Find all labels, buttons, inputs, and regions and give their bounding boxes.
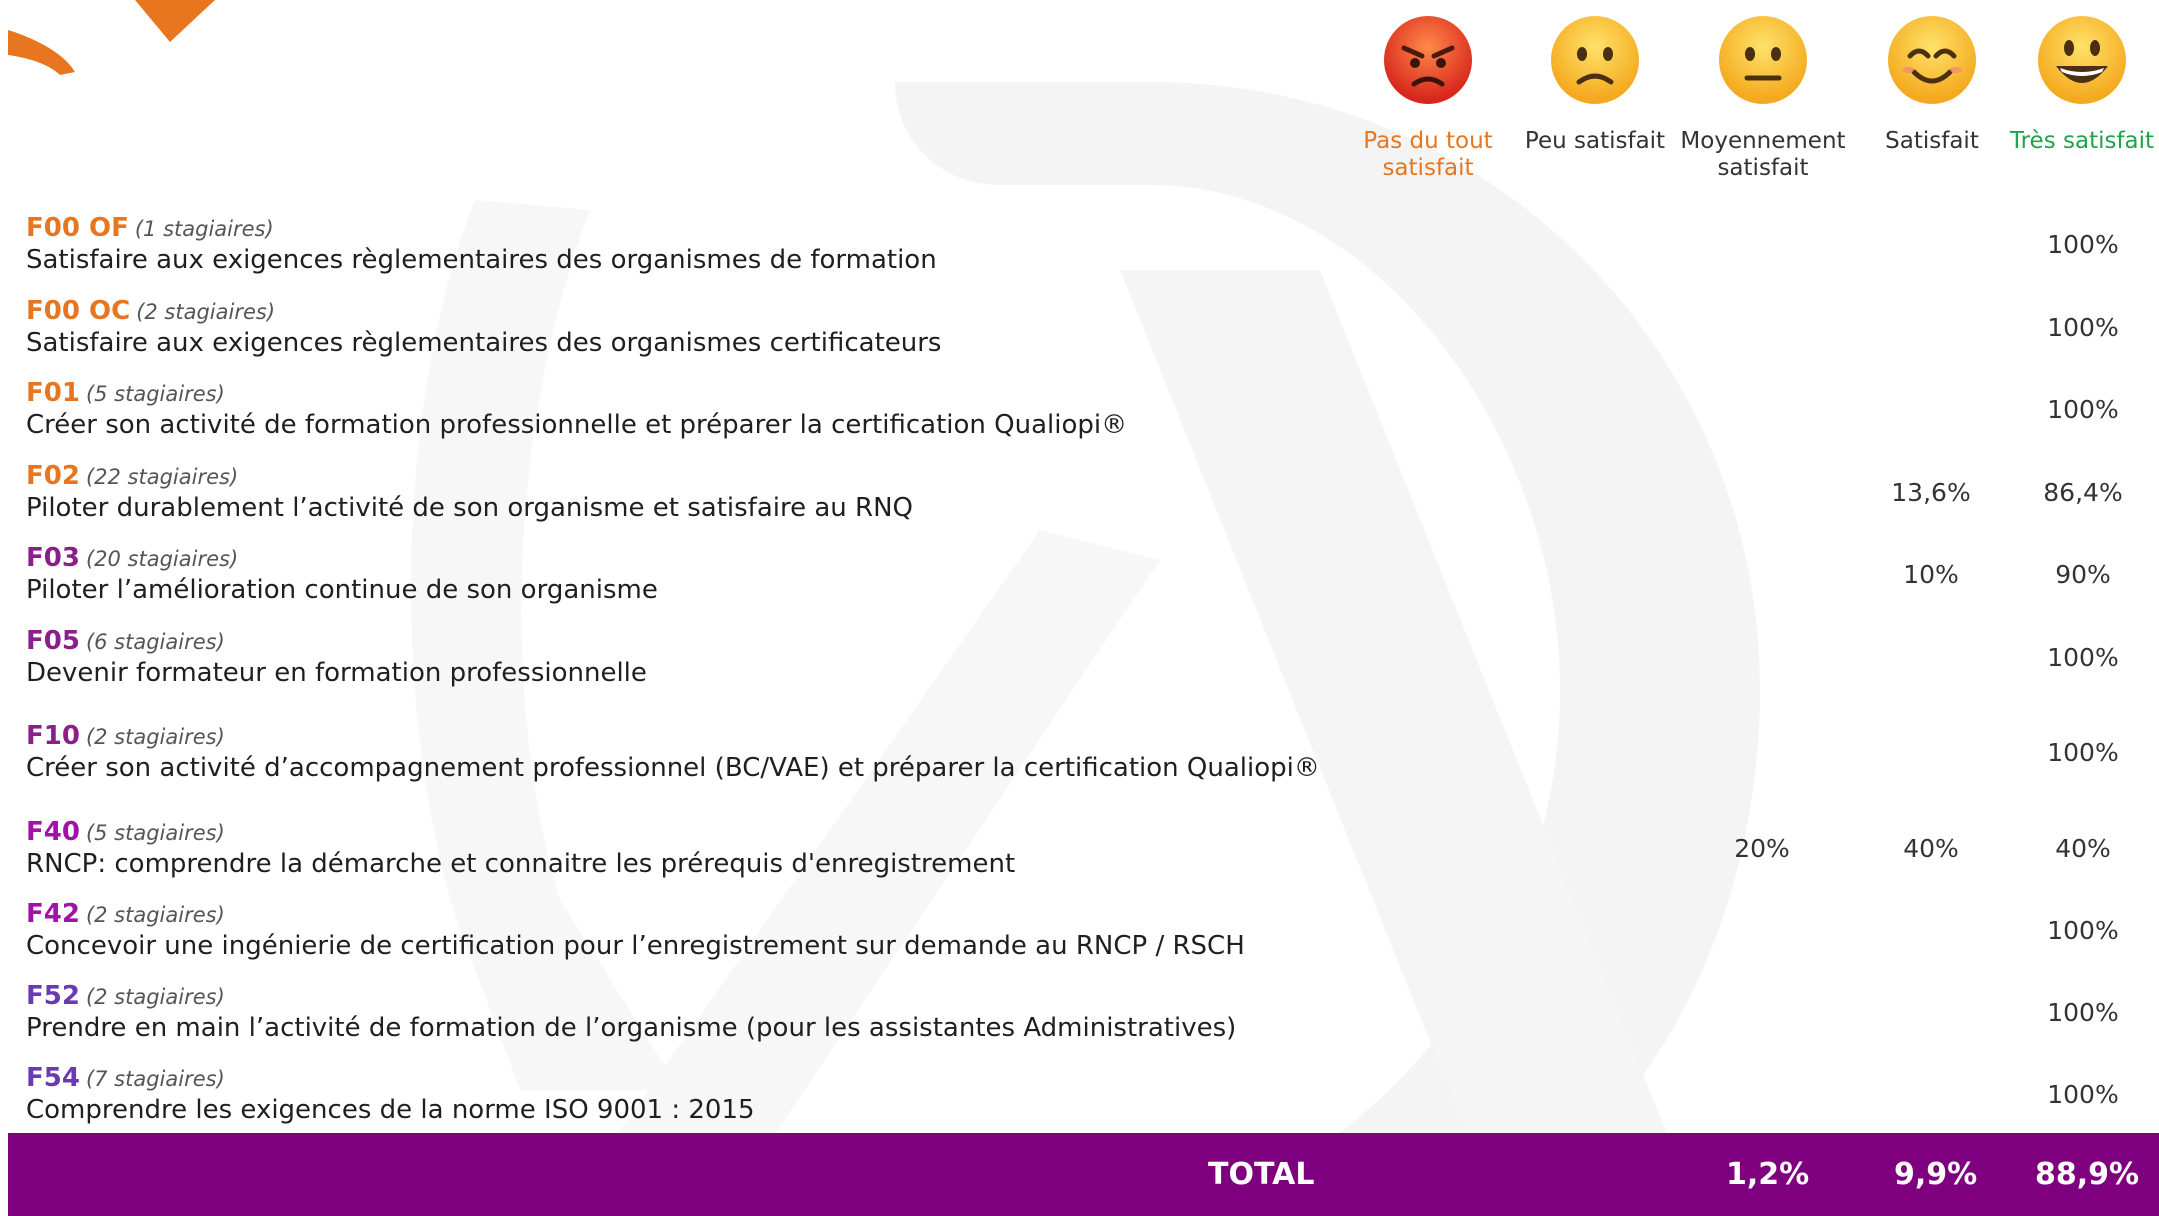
brand-logo [8, 0, 215, 75]
table-row: F52 (2 stagiaires) Prendre en main l’acti… [0, 980, 2159, 1060]
table-row: F10 (2 stagiaires) Créer son activité d’a… [0, 720, 2159, 800]
course-code: F42 [26, 899, 80, 929]
course-code: F05 [26, 626, 80, 656]
value-tres-satisfait: 100% [2047, 643, 2119, 672]
trainee-count: (7 stagiaires) [85, 1067, 225, 1091]
header-moyennement-satisfait: Moyennement satisfait [1680, 128, 1846, 181]
total-moyennement: 1,2% [1726, 1157, 1810, 1192]
course-code-line: F00 OF (1 stagiaires) [26, 212, 274, 245]
course-title: Piloter l’amélioration continue de son o… [26, 575, 658, 605]
course-title: Comprendre les exigences de la norme ISO… [26, 1095, 755, 1125]
course-code: F03 [26, 543, 80, 573]
table-row: F01 (5 stagiaires) Créer son activité de … [0, 377, 2159, 457]
course-code: F00 OC [26, 296, 131, 326]
table-row: F54 (7 stagiaires) Comprendre les exigenc… [0, 1062, 2159, 1142]
table-row: F00 OF (1 stagiaires) Satisfaire aux exig… [0, 212, 2159, 292]
trainee-count: (20 stagiaires) [85, 547, 239, 571]
table-row: F40 (5 stagiaires) RNCP: comprendre la dé… [0, 816, 2159, 896]
course-code: F01 [26, 378, 80, 408]
total-tres-satisfait: 88,9% [2035, 1157, 2140, 1192]
course-code-line: F01 (5 stagiaires) [26, 377, 225, 410]
course-code-line: F00 OC (2 stagiaires) [26, 295, 275, 328]
course-title: Piloter durablement l’activité de son or… [26, 493, 914, 523]
value-tres-satisfait: 40% [2055, 834, 2111, 863]
course-title: Satisfaire aux exigences règlementaires … [26, 245, 937, 275]
course-code-line: F40 (5 stagiaires) [26, 816, 225, 849]
course-code-line: F54 (7 stagiaires) [26, 1062, 225, 1095]
value-satisfait: 40% [1903, 834, 1959, 863]
angry-face-icon [1384, 16, 1472, 104]
table-row: F42 (2 stagiaires) Concevoir une ingénier… [0, 898, 2159, 978]
header-pas-du-tout-satisfait: Pas du tout satisfait [1363, 128, 1493, 181]
value-tres-satisfait: 86,4% [2043, 478, 2123, 507]
value-tres-satisfait: 100% [2047, 230, 2119, 259]
table-row: F05 (6 stagiaires) Devenir formateur en f… [0, 625, 2159, 705]
total-satisfait: 9,9% [1894, 1157, 1978, 1192]
course-title: Prendre en main l’activité de formation … [26, 1013, 1237, 1043]
course-code: F54 [26, 1063, 80, 1093]
trainee-count: (1 stagiaires) [134, 217, 274, 241]
course-code: F52 [26, 981, 80, 1011]
value-satisfait: 10% [1903, 560, 1959, 589]
trainee-count: (2 stagiaires) [85, 985, 225, 1009]
course-title: Concevoir une ingénierie de certificatio… [26, 931, 1245, 961]
value-tres-satisfait: 100% [2047, 998, 2119, 1027]
trainee-count: (5 stagiaires) [85, 382, 225, 406]
course-title: Créer son activité d’accompagnement prof… [26, 753, 1320, 783]
neutral-face-icon [1719, 16, 1807, 104]
trainee-count: (2 stagiaires) [85, 903, 225, 927]
header-peu-satisfait: Peu satisfait [1524, 128, 1666, 154]
trainee-count: (2 stagiaires) [85, 725, 225, 749]
course-title: Satisfaire aux exigences règlementaires … [26, 328, 942, 358]
course-code-line: F03 (20 stagiaires) [26, 542, 238, 575]
value-moyennement: 20% [1734, 834, 1790, 863]
value-satisfait: 13,6% [1891, 478, 1971, 507]
course-code: F10 [26, 721, 80, 751]
course-code-line: F05 (6 stagiaires) [26, 625, 225, 658]
table-row: F02 (22 stagiaires) Piloter durablement l… [0, 460, 2159, 540]
trainee-count: (5 stagiaires) [85, 821, 225, 845]
table-row: F03 (20 stagiaires) Piloter l’amélioratio… [0, 542, 2159, 622]
trainee-count: (22 stagiaires) [85, 465, 239, 489]
grinning-face-icon [2038, 16, 2126, 104]
course-code-line: F02 (22 stagiaires) [26, 460, 238, 493]
header-tres-satisfait: Très satisfait [2009, 128, 2155, 154]
course-code: F02 [26, 461, 80, 491]
trainee-count: (2 stagiaires) [136, 300, 276, 324]
value-tres-satisfait: 100% [2047, 313, 2119, 342]
frowning-face-icon [1551, 16, 1639, 104]
course-code-line: F10 (2 stagiaires) [26, 720, 225, 753]
trainee-count: (6 stagiaires) [85, 630, 225, 654]
course-title: Créer son activité de formation professi… [26, 410, 1128, 440]
total-bar: TOTAL 1,2% 9,9% 88,9% [8, 1133, 2159, 1216]
value-tres-satisfait: 100% [2047, 738, 2119, 767]
course-code: F00 OF [26, 213, 129, 243]
table-row: F00 OC (2 stagiaires) Satisfaire aux exig… [0, 295, 2159, 375]
total-label: TOTAL [1208, 1157, 1315, 1192]
header-satisfait: Satisfait [1885, 128, 1979, 154]
course-code: F40 [26, 817, 80, 847]
course-title: Devenir formateur en formation professio… [26, 658, 647, 688]
course-title: RNCP: comprendre la démarche et connaitr… [26, 849, 1016, 879]
course-code-line: F52 (2 stagiaires) [26, 980, 225, 1013]
course-code-line: F42 (2 stagiaires) [26, 898, 225, 931]
value-tres-satisfait: 90% [2055, 560, 2111, 589]
value-tres-satisfait: 100% [2047, 1080, 2119, 1109]
smiling-face-icon [1888, 16, 1976, 104]
value-tres-satisfait: 100% [2047, 395, 2119, 424]
value-tres-satisfait: 100% [2047, 916, 2119, 945]
